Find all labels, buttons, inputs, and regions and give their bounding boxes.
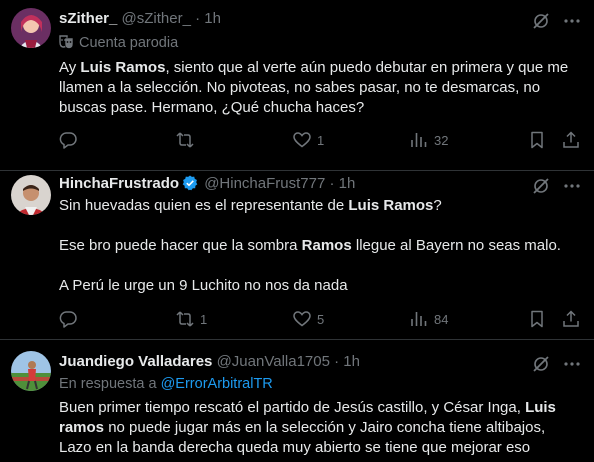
avatar[interactable] — [11, 351, 51, 391]
analytics-icon — [411, 133, 427, 147]
views-button[interactable]: 32 — [410, 130, 448, 150]
bookmark-icon — [531, 310, 543, 328]
like-button[interactable]: 5 — [293, 309, 324, 329]
display-name[interactable]: sZither_ — [59, 10, 117, 27]
tweet-1[interactable]: sZither_ @sZither_ · 1h Cuenta parodia A… — [0, 0, 594, 171]
paragraph: Ese bro puede hacer que la sombra Ramos … — [59, 237, 561, 254]
retweet-button[interactable]: 1 — [176, 309, 207, 329]
tweet-actions: 1 5 84 — [59, 309, 585, 329]
avatar[interactable] — [11, 175, 51, 215]
grok-icon[interactable] — [532, 12, 550, 30]
retweet-icon — [176, 311, 194, 327]
grok-icon[interactable] — [532, 177, 550, 195]
verified-badge-icon[interactable] — [182, 175, 198, 191]
share-button[interactable] — [562, 309, 580, 329]
display-name[interactable]: Juandiego Valladares — [59, 353, 212, 370]
tweet-text: Ay Luis Ramos, siento que al verte aún p… — [59, 59, 569, 116]
mention-bold: Ramos — [301, 237, 352, 254]
like-button[interactable]: 1 — [293, 130, 324, 150]
mention-bold: Luis Ramos — [80, 59, 166, 76]
tweet-text: Buen primer tiempo rescató el partido de… — [59, 399, 556, 456]
views-button[interactable]: 84 — [410, 309, 448, 329]
reply-button[interactable] — [59, 130, 83, 150]
reply-button[interactable] — [59, 309, 83, 329]
reply-icon — [59, 311, 77, 328]
tweet-header: Juandiego Valladares @JuanValla1705 · 1h — [59, 352, 360, 372]
retweet-button[interactable] — [176, 130, 200, 150]
handle[interactable]: @JuanValla1705 — [217, 353, 330, 370]
more-options-icon[interactable] — [562, 355, 582, 373]
bookmark-button[interactable] — [528, 309, 546, 329]
more-options-icon[interactable] — [562, 177, 582, 195]
tweet-header: sZither_ @sZither_ · 1h — [59, 9, 221, 29]
heart-icon — [293, 132, 311, 148]
more-options-icon[interactable] — [562, 12, 582, 30]
tweet-2[interactable]: HinchaFrustrado @HinchaFrust777 · 1h Sin… — [0, 171, 594, 340]
grok-icon[interactable] — [532, 355, 550, 373]
account-label-text: Cuenta parodia — [79, 35, 179, 51]
separator: · — [334, 353, 340, 370]
timestamp[interactable]: 1h — [339, 175, 356, 192]
reply-context: En respuesta a @ErrorArbitralTR — [59, 376, 273, 392]
tweet-header: HinchaFrustrado @HinchaFrust777 · 1h — [59, 174, 355, 194]
paragraph: Sin huevadas quien es el representante d… — [59, 197, 442, 214]
handle[interactable]: @HinchaFrust777 — [204, 175, 325, 192]
tweet-3[interactable]: Juandiego Valladares @JuanValla1705 · 1h… — [0, 340, 594, 462]
account-label: Cuenta parodia — [59, 33, 178, 53]
separator: · — [195, 10, 201, 27]
handle[interactable]: @sZither_ — [122, 10, 191, 27]
share-icon — [563, 131, 579, 148]
paragraph: A Perú le urge un 9 Luchito no nos da na… — [59, 277, 348, 294]
timestamp[interactable]: 1h — [343, 353, 360, 370]
bookmark-icon — [531, 131, 543, 149]
bookmark-button[interactable] — [528, 130, 546, 150]
tweet-text: Sin huevadas quien es el representante d… — [59, 196, 579, 296]
share-icon — [563, 310, 579, 327]
timestamp[interactable]: 1h — [204, 10, 221, 27]
separator: · — [329, 175, 335, 192]
reply-to-mention[interactable]: @ErrorArbitralTR — [161, 376, 273, 392]
reply-icon — [59, 132, 77, 149]
parody-mask-icon — [59, 35, 74, 49]
analytics-icon — [411, 312, 427, 326]
avatar[interactable] — [11, 8, 51, 48]
share-button[interactable] — [562, 130, 580, 150]
display-name[interactable]: HinchaFrustrado — [59, 175, 179, 192]
mention-bold: Luis Ramos — [348, 197, 434, 214]
tweet-actions: 1 32 — [59, 130, 585, 150]
heart-icon — [293, 311, 311, 327]
retweet-icon — [176, 132, 194, 148]
